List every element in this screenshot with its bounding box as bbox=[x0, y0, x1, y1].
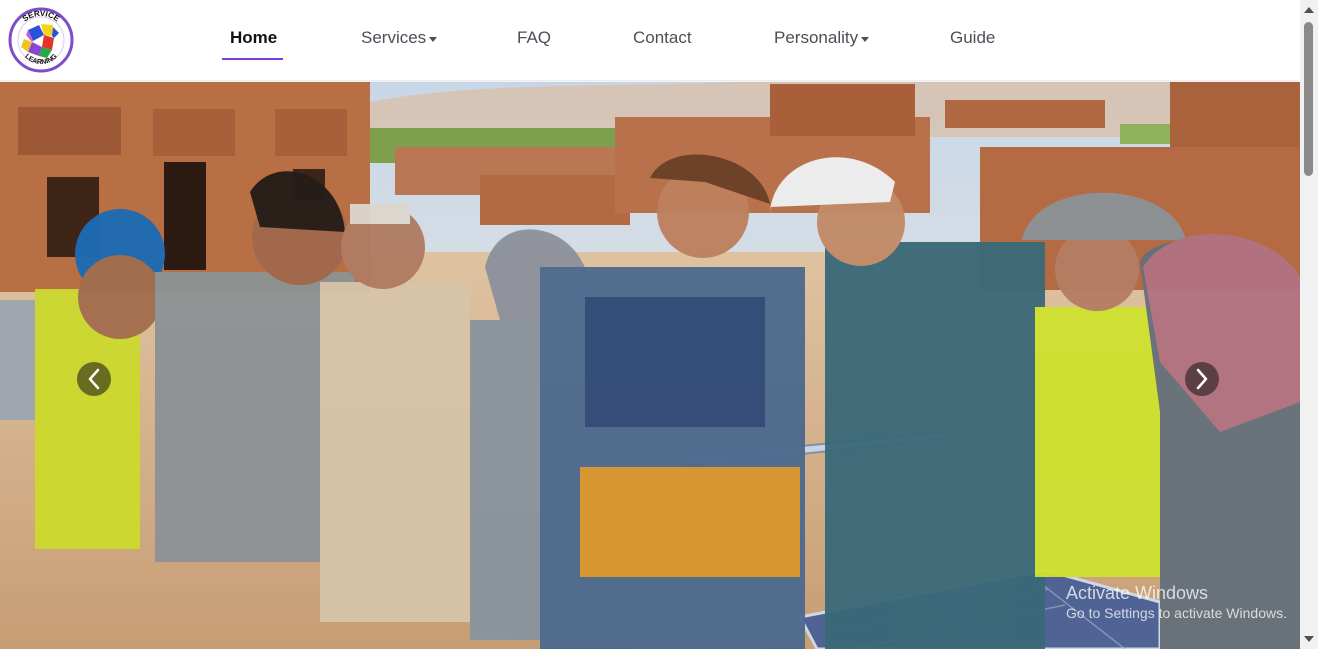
carousel-next-button[interactable] bbox=[1185, 362, 1219, 396]
page: SERVICE LEARNING Home Services FAQ Conta… bbox=[0, 0, 1318, 649]
scrollbar-thumb[interactable] bbox=[1304, 22, 1313, 176]
caret-down-icon bbox=[429, 36, 438, 42]
nav-faq[interactable]: FAQ bbox=[517, 28, 551, 48]
hero-image bbox=[0, 82, 1300, 649]
caret-down-icon bbox=[861, 36, 870, 42]
nav-personality-label: Personality bbox=[774, 28, 859, 47]
hero-carousel: Activate Windows Go to Settings to activ… bbox=[0, 82, 1300, 649]
nav-home[interactable]: Home bbox=[230, 28, 277, 48]
chevron-up-icon[interactable] bbox=[1304, 7, 1314, 13]
vertical-scrollbar[interactable] bbox=[1300, 0, 1318, 649]
service-learning-logo[interactable]: SERVICE LEARNING bbox=[8, 7, 74, 73]
nav-contact-label: Contact bbox=[633, 28, 692, 47]
top-navbar: SERVICE LEARNING Home Services FAQ Conta… bbox=[0, 0, 1300, 80]
nav-contact[interactable]: Contact bbox=[633, 28, 692, 48]
nav-home-label: Home bbox=[230, 28, 278, 47]
nav-services[interactable]: Services bbox=[361, 28, 438, 48]
nav-faq-label: FAQ bbox=[517, 28, 552, 47]
nav-guide-label: Guide bbox=[950, 28, 996, 47]
nav-personality[interactable]: Personality bbox=[774, 28, 870, 48]
chevron-down-icon[interactable] bbox=[1304, 636, 1314, 642]
chevron-right-icon bbox=[1196, 368, 1208, 390]
service-learning-logo-icon: SERVICE LEARNING bbox=[8, 7, 74, 73]
nav-guide[interactable]: Guide bbox=[950, 28, 995, 48]
active-nav-underline bbox=[222, 58, 283, 60]
carousel-prev-button[interactable] bbox=[77, 362, 111, 396]
nav-services-label: Services bbox=[361, 28, 427, 47]
chevron-left-icon bbox=[88, 368, 100, 390]
